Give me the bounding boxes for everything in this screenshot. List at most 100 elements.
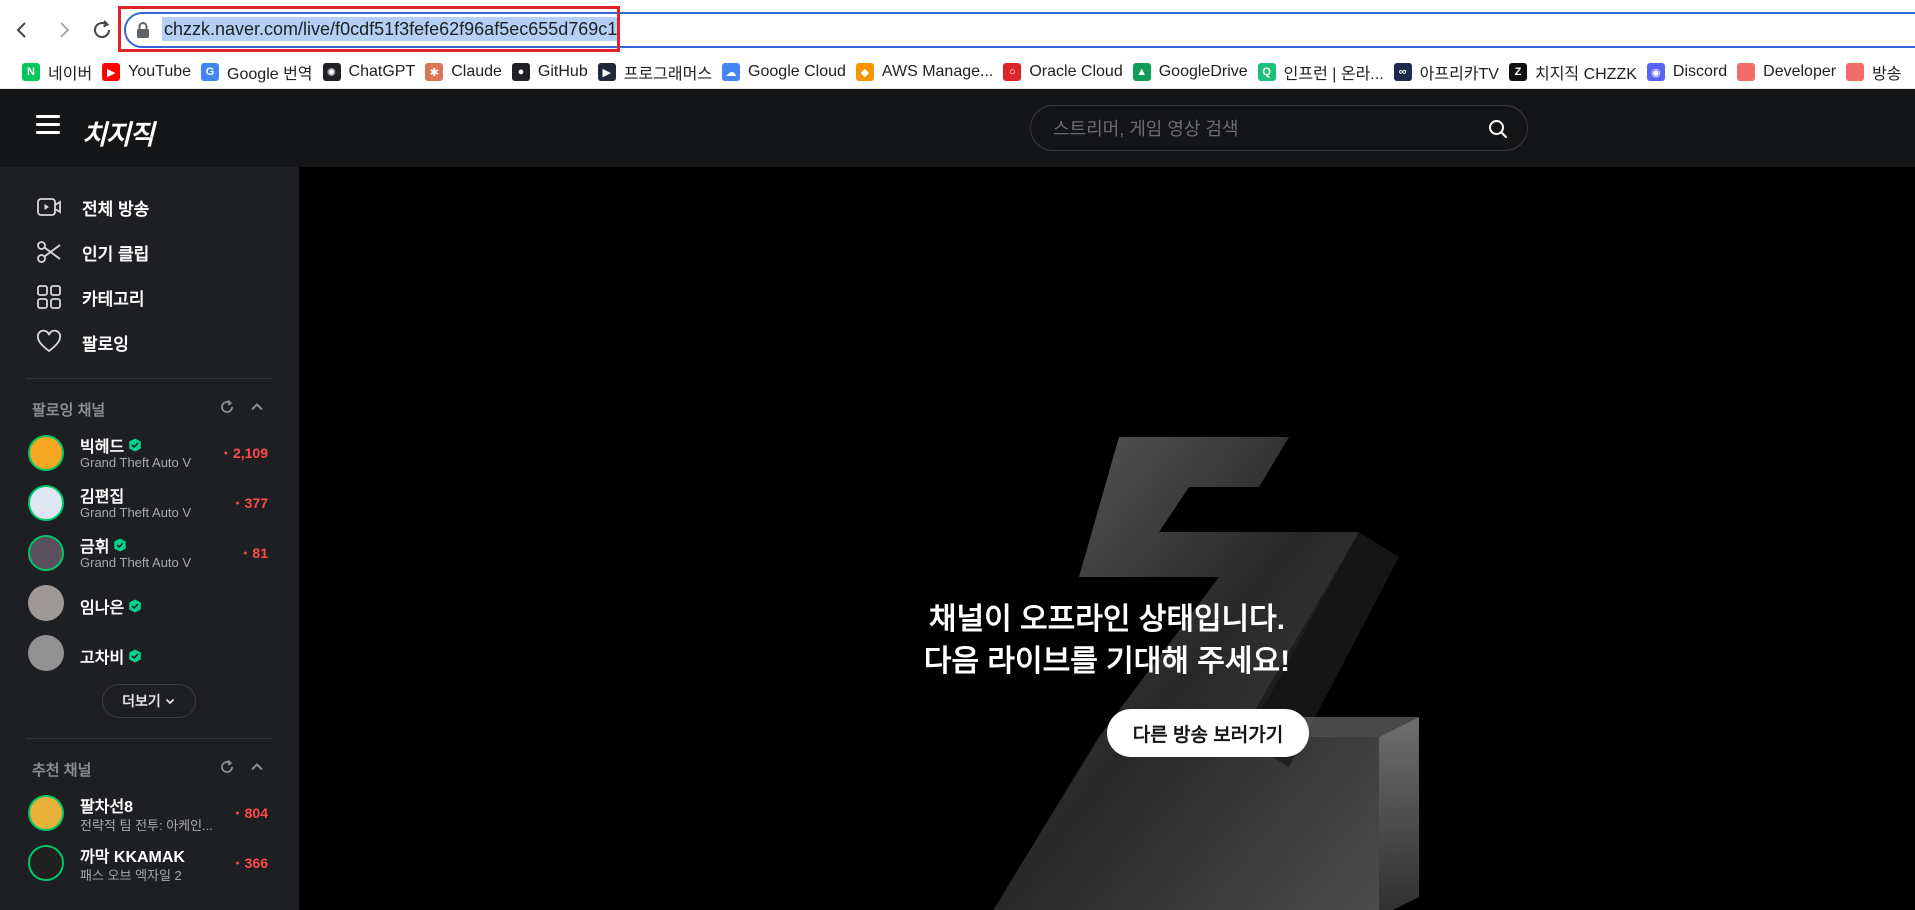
sidebar: 전체 방송 인기 클립 카테고리 팔로잉 팔로잉 채널 빅헤드 Grand The… <box>0 167 299 910</box>
viewer-count: 81 <box>243 545 268 561</box>
grid-icon <box>37 285 61 309</box>
google-translate-icon: G <box>201 63 220 81</box>
channel-name-row: 임나은 <box>80 594 142 618</box>
sidebar-item-label: 인기 클립 <box>82 244 150 264</box>
avatar <box>28 535 64 571</box>
verified-badge-icon <box>129 649 141 663</box>
bookmark-item[interactable]: Z 치지직 CHZZK <box>1508 60 1637 84</box>
search-input[interactable] <box>1051 106 1475 152</box>
bookmark-item[interactable]: ☁ Google Cloud <box>722 63 846 81</box>
more-button-label: 더보기 <box>122 693 161 709</box>
bookmark-label: Discord <box>1672 63 1728 80</box>
other-broadcast-button[interactable]: 다른 방송 보러가기 <box>1107 709 1309 757</box>
channel-item[interactable]: 고차비 <box>28 631 272 675</box>
divider <box>26 738 273 739</box>
chzzk-logo[interactable]: 치지직 <box>82 113 155 152</box>
channel-item[interactable]: 임나은 <box>28 581 272 625</box>
collapse-icon[interactable] <box>249 759 265 775</box>
bookmark-label: AWS Manage... <box>881 63 994 80</box>
search-icon[interactable] <box>1487 118 1509 140</box>
avatar <box>28 585 64 621</box>
avatar <box>28 485 64 521</box>
bookmark-label: 인프런 | 온라... <box>1283 66 1384 83</box>
bookmark-item[interactable]: ∞ 아프리카TV <box>1393 60 1499 84</box>
google-drive-icon: ▲ <box>1132 63 1151 81</box>
offline-message-line1: 채널이 오프라인 상태입니다. <box>928 603 1286 636</box>
bookmark-item[interactable]: ▶ 프로그래머스 <box>597 60 712 84</box>
channel-name: 임나은 <box>80 600 125 617</box>
channel-name-row: 금휘 <box>80 533 127 557</box>
bookmark-item[interactable]: ◆ AWS Manage... <box>855 63 994 81</box>
bookmark-label: Oracle Cloud <box>1029 63 1123 80</box>
avatar <box>28 635 64 671</box>
bookmark-item[interactable]: G Google 번역 <box>201 60 313 84</box>
refresh-icon[interactable] <box>219 759 235 775</box>
divider <box>26 378 273 379</box>
bookmark-item[interactable]: ▶ YouTube <box>102 63 191 81</box>
menu-icon[interactable] <box>36 115 60 135</box>
channel-item[interactable]: 금휘Grand Theft Auto V 81 <box>28 531 272 575</box>
verified-badge-icon <box>129 599 141 613</box>
verified-badge-icon <box>114 538 127 552</box>
channel-name: 고차비 <box>80 650 125 667</box>
bookmark-item[interactable]: ✺ ChatGPT <box>322 63 416 81</box>
following-section-controls <box>219 399 265 415</box>
viewer-count: 366 <box>235 855 268 871</box>
channel-item[interactable]: 팔차선8 전략적 팀 전투: 아케인... 804 <box>28 791 272 835</box>
viewer-count: 377 <box>235 495 268 511</box>
bookmark-item[interactable]: N 네이버 <box>22 60 92 84</box>
youtube-icon: ▶ <box>102 63 121 81</box>
sidebar-item-label: 전체 방송 <box>82 199 150 219</box>
more-button[interactable]: 더보기 <box>102 684 196 718</box>
bookmark-item[interactable]: ● GitHub <box>511 63 588 81</box>
channel-name-row: 고차비 <box>80 644 142 668</box>
channel-item[interactable]: 김편집Grand Theft Auto V 377 <box>28 481 272 525</box>
oracle-icon: ○ <box>1003 63 1022 81</box>
google-cloud-icon: ☁ <box>722 63 741 81</box>
bookmark-item[interactable]: ○ Oracle Cloud <box>1003 63 1123 81</box>
sidebar-item-popular-clips[interactable]: 인기 클립 <box>36 236 149 268</box>
forward-icon[interactable] <box>46 12 82 48</box>
channel-name-row: 김편집 <box>80 483 124 507</box>
sidebar-item-label: 팔로잉 <box>82 334 129 354</box>
video-player[interactable]: 채널이 오프라인 상태입니다. 다음 라이브를 기대해 주세요! 다른 방송 보… <box>299 167 1915 910</box>
back-icon[interactable] <box>4 12 40 48</box>
bookmark-label: ChatGPT <box>348 63 416 80</box>
avatar <box>28 435 64 471</box>
recommended-section-title: 추천 채널 <box>32 762 92 779</box>
chzzk-icon: Z <box>1508 63 1527 81</box>
site-header: 치지직 <box>0 89 1915 167</box>
recommended-section-controls <box>219 759 265 775</box>
inflearn-icon: Q <box>1257 63 1276 81</box>
discord-icon: ◉ <box>1646 63 1665 81</box>
bookmark-item[interactable]: ▲ GoogleDrive <box>1132 63 1248 81</box>
bookmark-item[interactable]: 방송 <box>1846 60 1902 84</box>
channel-name: 팔차선8 <box>80 799 134 816</box>
folder-icon <box>1737 63 1756 81</box>
viewer-count: 2,109 <box>224 445 268 461</box>
bookmark-label: 방송 <box>1872 66 1902 83</box>
channel-name-row: 까막 KKAMAK <box>80 843 185 867</box>
channel-name: 까막 KKAMAK <box>80 849 185 866</box>
sidebar-item-following[interactable]: 팔로잉 <box>36 326 129 358</box>
collapse-icon[interactable] <box>249 399 265 415</box>
browser-toolbar: chzzk.naver.com/live/f0cdf51f3fefe62f96a… <box>0 0 1915 56</box>
aws-icon: ◆ <box>855 63 874 81</box>
folder-icon <box>1846 63 1865 81</box>
offline-message-line2: 다음 라이브를 기대해 주세요! <box>923 645 1291 678</box>
refresh-icon[interactable] <box>219 399 235 415</box>
bookmark-item[interactable]: ✱ Claude <box>425 63 502 81</box>
bookmark-item[interactable]: Q 인프런 | 온라... <box>1257 60 1384 84</box>
heart-icon <box>37 329 61 353</box>
bookmark-label: 네이버 <box>48 66 93 83</box>
bookmark-label: GitHub <box>537 63 588 80</box>
reload-icon[interactable] <box>84 12 120 48</box>
channel-item[interactable]: 까막 KKAMAK 패스 오브 엑자일 2 366 <box>28 841 272 885</box>
bookmark-item[interactable]: Developer <box>1737 63 1836 81</box>
sidebar-item-category[interactable]: 카테고리 <box>36 281 145 313</box>
bookmark-item[interactable]: ◉ Discord <box>1646 63 1728 81</box>
channel-item[interactable]: 빅헤드Grand Theft Auto V 2,109 <box>28 431 272 475</box>
search-box <box>1030 105 1528 152</box>
sidebar-item-all-live[interactable]: 전체 방송 <box>36 191 149 223</box>
viewer-count: 804 <box>235 805 268 821</box>
